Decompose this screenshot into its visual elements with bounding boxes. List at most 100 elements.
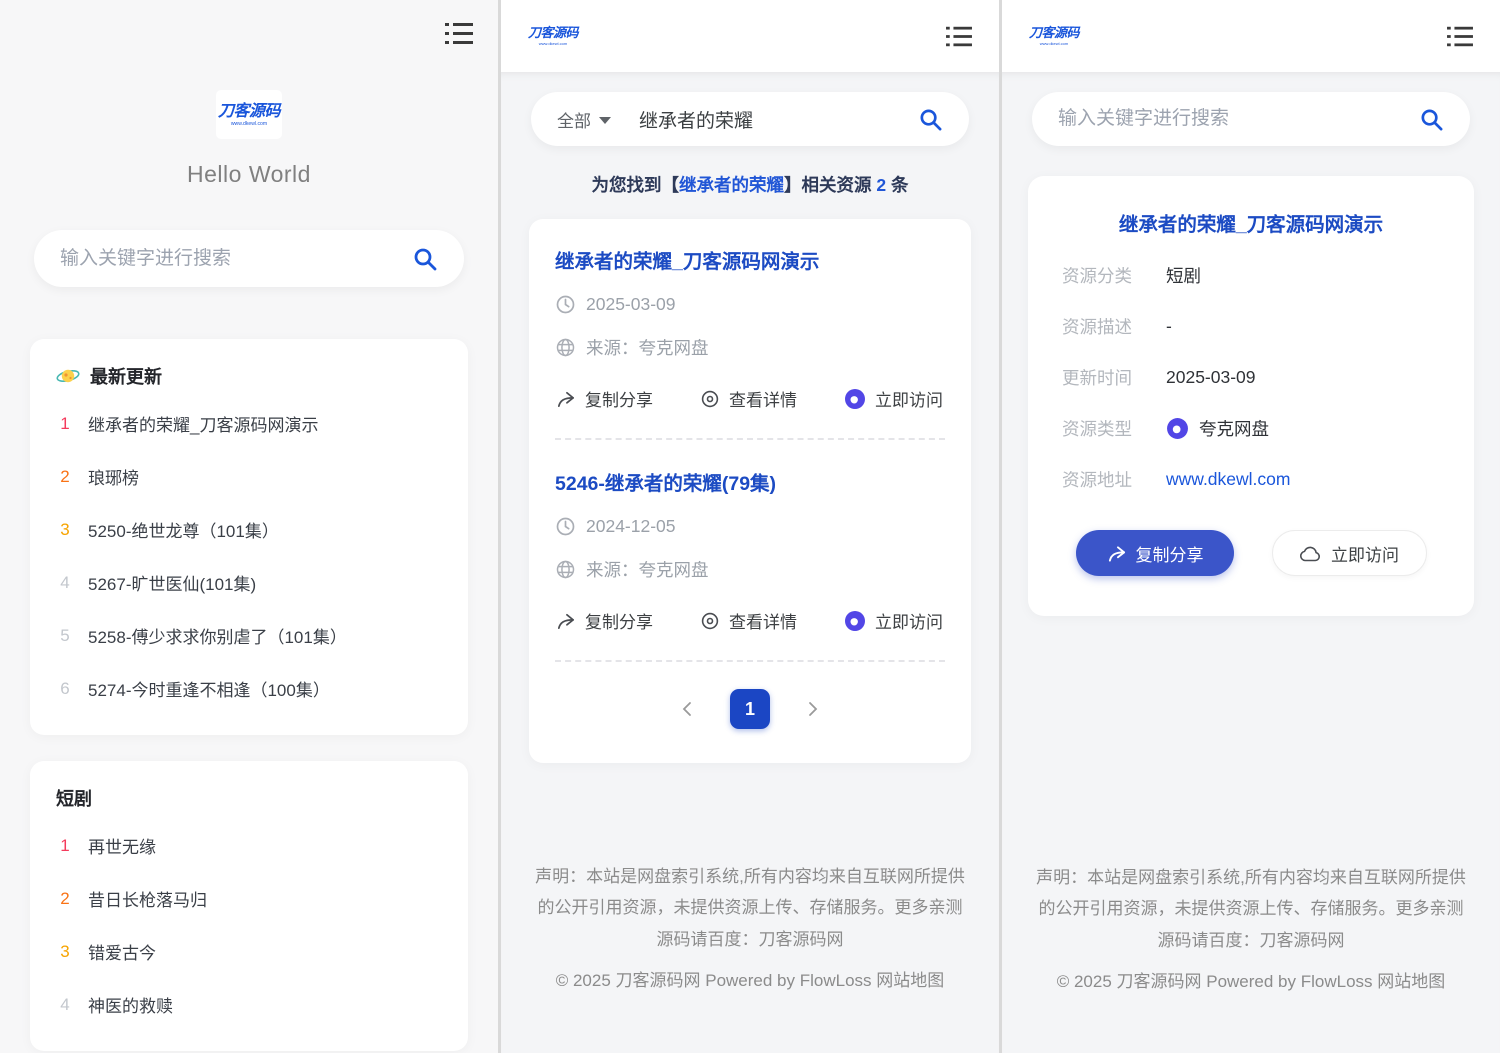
results-search-bar: 全部 (531, 92, 969, 146)
resource-title: 继承者的荣耀_刀客源码网演示 (1062, 208, 1440, 237)
results-body: 全部 为您找到【继承者的荣耀】相关资源 2 条 继承者的荣耀_刀客源码网演示 (501, 72, 999, 1053)
brand-logo[interactable]: 刀客源码 www.dkewl.com (527, 19, 579, 53)
brand-logo-url: www.dkewl.com (533, 42, 573, 46)
visit-now-action[interactable]: 立即访问 (844, 386, 943, 411)
resource-type-text: 夸克网盘 (1199, 416, 1269, 441)
list-item[interactable]: 2 琅琊榜 (56, 450, 442, 503)
brand-logo-text: 刀客源码 (218, 103, 280, 120)
field-label: 资源地址 (1062, 467, 1166, 492)
list-item[interactable]: 1 再世无缘 (56, 819, 442, 872)
site-footer: 声明：本站是网盘索引系统,所有内容均来自互联网所提供的公开引用资源，未提供资源上… (1002, 862, 1500, 998)
rank-badge: 5 (56, 626, 74, 646)
hello-world-text: Hello World (0, 161, 498, 188)
search-filter-dropdown[interactable]: 全部 (557, 107, 611, 132)
chevron-left-icon[interactable] (680, 700, 694, 718)
copy-share-button-label: 复制分享 (1136, 541, 1204, 566)
footer-disclaimer: 声明：本站是网盘索引系统,所有内容均来自互联网所提供的公开引用资源，未提供资源上… (1034, 862, 1468, 956)
menu-icon[interactable] (444, 20, 474, 47)
result-actions: 复制分享 查看详情 (555, 386, 945, 411)
detail-header: 刀客源码 www.dkewl.com (1002, 0, 1500, 72)
view-detail-action[interactable]: 查看详情 (700, 386, 797, 411)
list-item[interactable]: 3 5250-绝世龙尊（101集） (56, 503, 442, 556)
search-icon[interactable] (918, 107, 943, 132)
home-search-input[interactable] (60, 248, 412, 270)
menu-icon[interactable] (945, 24, 973, 49)
visit-now-label: 立即访问 (875, 386, 943, 411)
result-date-row: 2025-03-09 (555, 294, 945, 315)
rank-badge: 1 (56, 836, 74, 856)
list-item[interactable]: 1 继承者的荣耀_刀客源码网演示 (56, 397, 442, 450)
result-source-row: 来源：夸克网盘 (555, 557, 945, 582)
latest-card-header: 最新更新 (56, 363, 442, 397)
field-label: 更新时间 (1062, 365, 1166, 390)
rank-badge: 2 (56, 467, 74, 487)
resource-type-value: 夸克网盘 (1166, 416, 1269, 441)
search-icon[interactable] (412, 246, 438, 272)
copy-share-action[interactable]: 复制分享 (555, 386, 653, 411)
page-number-current[interactable]: 1 (730, 689, 770, 729)
quark-icon (844, 610, 866, 632)
copy-share-action[interactable]: 复制分享 (555, 608, 653, 633)
chevron-right-icon[interactable] (806, 700, 820, 718)
list-item-text: 琅琊榜 (88, 464, 139, 489)
field-label: 资源描述 (1062, 314, 1166, 339)
caret-down-icon (599, 117, 611, 124)
detail-body: 继承者的荣耀_刀客源码网演示 资源分类 短剧 资源描述 - 更新时间 2025-… (1002, 72, 1500, 1053)
found-suffix: 条 (886, 175, 908, 195)
results-count-line: 为您找到【继承者的荣耀】相关资源 2 条 (501, 172, 999, 197)
menu-icon[interactable] (1446, 24, 1474, 49)
detail-search-input[interactable] (1058, 108, 1419, 130)
list-item[interactable]: 2 昔日长枪落马归 (56, 872, 442, 925)
brand-logo-text: 刀客源码 (528, 25, 578, 40)
app-root: 刀客源码 www.dkewl.com Hello World (0, 0, 1500, 1053)
resource-detail-card: 继承者的荣耀_刀客源码网演示 资源分类 短剧 资源描述 - 更新时间 2025-… (1028, 176, 1474, 616)
result-item: 继承者的荣耀_刀客源码网演示 2025-03-09 (555, 245, 945, 411)
brand-logo[interactable]: 刀客源码 www.dkewl.com (1028, 19, 1080, 53)
short-drama-card: 短剧 1 再世无缘 2 昔日长枪落马归 3 错爱古今 4 神医的救赎 (30, 761, 468, 1051)
brand-logo[interactable]: 刀客源码 www.dkewl.com (216, 90, 282, 139)
field-label: 资源分类 (1062, 263, 1166, 288)
field-row: 更新时间 2025-03-09 (1062, 365, 1440, 390)
list-item[interactable]: 3 错爱古今 (56, 925, 442, 978)
latest-card-title: 最新更新 (90, 363, 162, 389)
list-item-text: 5267-旷世医仙(101集) (88, 570, 256, 595)
home-topbar (0, 0, 498, 52)
site-footer: 声明：本站是网盘索引系统,所有内容均来自互联网所提供的公开引用资源，未提供资源上… (501, 861, 999, 997)
panel-search-results: 刀客源码 www.dkewl.com 全部 (501, 0, 999, 1053)
clock-icon (555, 294, 576, 315)
list-item-text: 错爱古今 (88, 939, 156, 964)
resource-link[interactable]: www.dkewl.com (1166, 469, 1290, 490)
eye-icon (700, 389, 720, 409)
share-icon (555, 389, 576, 409)
view-detail-action[interactable]: 查看详情 (700, 608, 797, 633)
copy-share-button[interactable]: 复制分享 (1076, 530, 1234, 576)
result-date: 2025-03-09 (586, 294, 676, 315)
result-date: 2024-12-05 (586, 516, 676, 537)
divider (555, 438, 945, 440)
planet-icon (56, 365, 80, 387)
brand-logo-url: www.dkewl.com (1034, 42, 1074, 46)
result-source: 来源：夸克网盘 (586, 335, 709, 360)
globe-icon (555, 337, 576, 358)
eye-icon (700, 611, 720, 631)
footer-copyright: © 2025 刀客源码网 Powered by FlowLoss 网站地图 (533, 965, 967, 996)
results-search-input[interactable] (639, 108, 918, 130)
list-item[interactable]: 5 5258-傅少求求你别虐了（101集） (56, 609, 442, 662)
result-title-link[interactable]: 继承者的荣耀_刀客源码网演示 (555, 245, 945, 274)
field-value: 2025-03-09 (1166, 367, 1256, 388)
result-title-link[interactable]: 5246-继承者的荣耀(79集) (555, 467, 945, 496)
visit-now-action[interactable]: 立即访问 (844, 608, 943, 633)
footer-disclaimer: 声明：本站是网盘索引系统,所有内容均来自互联网所提供的公开引用资源，未提供资源上… (533, 861, 967, 955)
list-item[interactable]: 6 5274-今时重逢不相逢（100集） (56, 662, 442, 715)
search-icon[interactable] (1419, 107, 1444, 132)
list-item[interactable]: 4 神医的救赎 (56, 978, 442, 1031)
quark-icon (844, 388, 866, 410)
visit-now-button[interactable]: 立即访问 (1272, 530, 1427, 576)
field-row: 资源分类 短剧 (1062, 263, 1440, 288)
rank-badge: 1 (56, 414, 74, 434)
field-row: 资源描述 - (1062, 314, 1440, 339)
found-prefix: 为您找到【 (592, 175, 680, 195)
detail-buttons: 复制分享 立即访问 (1062, 530, 1440, 576)
list-item[interactable]: 4 5267-旷世医仙(101集) (56, 556, 442, 609)
visit-now-button-label: 立即访问 (1331, 541, 1399, 566)
